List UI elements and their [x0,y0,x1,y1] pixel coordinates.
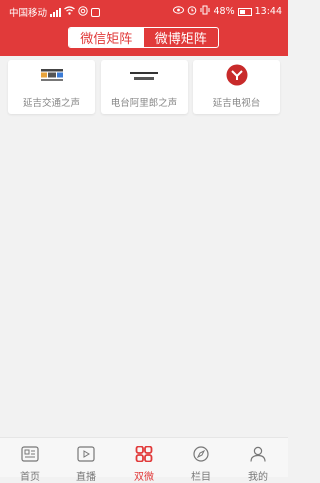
traffic-radio-logo [40,68,63,87]
tab-label: 双微 [134,472,154,483]
battery-percent: 48% [213,6,235,17]
app-notification-icon [91,7,101,17]
arirang-radio-logo [130,68,158,87]
news-icon [10,446,50,466]
battery-icon [237,7,252,16]
at-icon [78,5,88,19]
vibrate-icon [200,5,210,18]
tab-label: 我的 [248,472,268,483]
account-label: 电台阿里郎之声 [110,98,178,109]
bottom-tab-bar: 首页 直播 双微 栏目 我的 [0,437,288,483]
user-icon [238,446,278,466]
clock-time: 13:44 [254,6,282,17]
alarm-icon [187,5,197,18]
signal-icon [50,7,62,17]
tabbar-item-dual-micro[interactable]: 双微 [124,445,164,483]
live-video-icon [66,446,106,466]
status-right: 48% 13:44 [173,5,282,18]
carrier-name: 中国移动 [9,8,48,19]
tab-weibo-matrix[interactable]: 微博矩阵 [144,28,219,47]
yanji-tv-logo [226,64,248,90]
tabbar-item-live[interactable]: 直播 [66,446,106,483]
wifi-icon [64,6,75,18]
tab-label: 首页 [20,472,40,483]
tab-label: 直播 [76,472,96,483]
tabbar-item-home[interactable]: 首页 [10,446,50,483]
compass-icon [181,446,221,466]
grid-icon [124,445,164,466]
tabbar-item-columns[interactable]: 栏目 [181,446,221,483]
account-label: 延吉电视台 [212,98,261,109]
tab-wechat-matrix[interactable]: 微信矩阵 [69,28,144,47]
account-card-traffic-radio[interactable]: 延吉交通之声 [8,60,95,114]
tabbar-item-mine[interactable]: 我的 [238,446,278,483]
eye-icon [173,6,185,17]
app-header: 中国移动 48% 13:44 微信矩阵 微博矩阵 [0,0,288,56]
account-card-arirang-radio[interactable]: 电台阿里郎之声 [100,60,188,114]
account-label: 延吉交通之声 [22,98,80,109]
matrix-segmented-control: 微信矩阵 微博矩阵 [68,27,219,48]
tab-label: 栏目 [191,472,211,483]
account-card-yanji-tv[interactable]: 延吉电视台 [193,60,280,114]
status-bar: 中国移动 48% 13:44 [0,0,288,22]
account-grid: 延吉交通之声 电台阿里郎之声 延吉电视台 [8,60,280,114]
status-left: 中国移动 [9,5,101,19]
